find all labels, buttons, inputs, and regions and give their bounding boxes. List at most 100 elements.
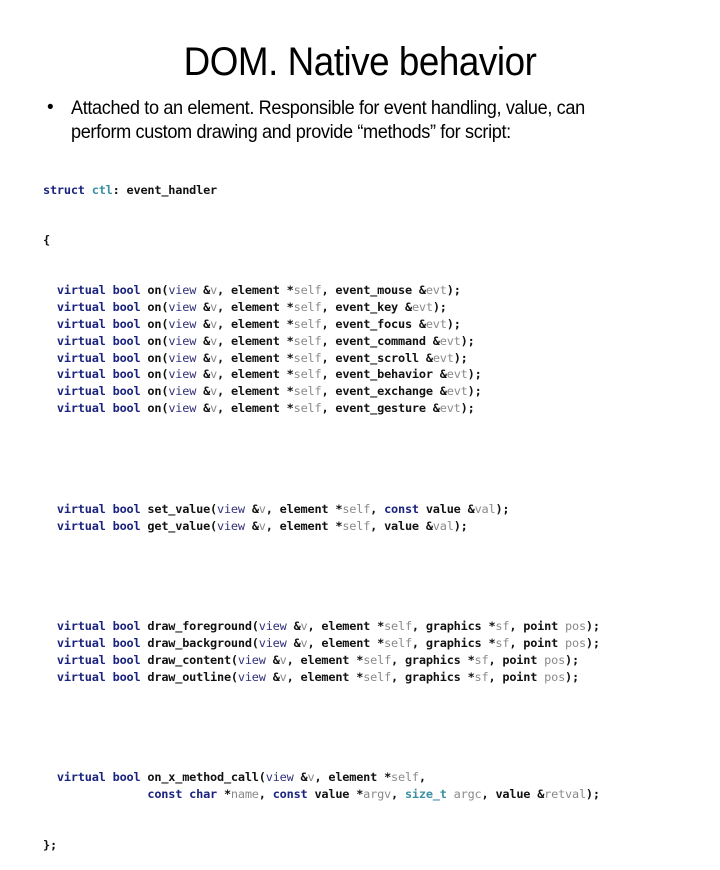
method-on: on(: [147, 300, 169, 315]
type-element: element: [230, 400, 280, 415]
keyword-virtual: virtual: [56, 333, 106, 348]
type-element: element: [328, 770, 378, 785]
code-token: &: [196, 384, 211, 399]
code-token: );: [446, 316, 461, 331]
keyword-virtual: virtual: [56, 652, 106, 667]
code-token: &: [293, 770, 308, 785]
method-name: get_value(: [147, 518, 218, 533]
event-type: event_focus: [335, 316, 412, 331]
code-token: ,: [321, 333, 336, 348]
keyword-bool: bool: [112, 636, 141, 651]
code-token: &: [418, 350, 433, 365]
param-sf: sf: [495, 619, 510, 634]
code-token: ,: [286, 652, 301, 667]
param-evt: evt: [446, 367, 468, 382]
event-type: event_scroll: [335, 350, 419, 365]
code-token: ,: [217, 350, 231, 365]
param-evt: evt: [425, 316, 447, 331]
keyword-bool: bool: [112, 400, 141, 415]
code-struct-header: struct ctl: event_handler: [43, 182, 600, 199]
keyword-bool: bool: [112, 384, 141, 399]
code-token: );: [495, 501, 510, 516]
code-token: &: [244, 518, 259, 533]
code-token: &: [196, 316, 211, 331]
type-element: element: [300, 669, 350, 684]
keyword-bool: bool: [112, 501, 141, 516]
code-token: );: [453, 350, 468, 365]
code-draw-method-line: virtual bool draw_background(view &v, el…: [43, 635, 600, 652]
param-v: v: [279, 669, 287, 684]
method-name: draw_outline(: [147, 669, 238, 684]
code-token: &: [196, 350, 211, 365]
type-view: view: [168, 283, 197, 298]
code-token: *: [279, 400, 294, 415]
param-v: v: [210, 400, 218, 415]
code-token: &: [411, 316, 426, 331]
code-token: *: [279, 350, 294, 365]
code-token: ,: [307, 619, 322, 634]
code-token: &: [196, 333, 211, 348]
code-token: *: [481, 619, 496, 634]
code-token: &: [425, 333, 440, 348]
type-element: element: [300, 652, 350, 667]
code-token: ,: [481, 787, 496, 802]
keyword-virtual: virtual: [56, 384, 106, 399]
keyword-bool: bool: [112, 518, 141, 533]
struct-name: ctl: [91, 182, 113, 197]
type-view: view: [168, 400, 197, 415]
method-on: on(: [147, 316, 169, 331]
event-type: event_mouse: [335, 283, 412, 298]
code-token: ,: [217, 300, 231, 315]
type-view: view: [237, 652, 266, 667]
param-self: self: [342, 501, 371, 516]
code-token: &: [265, 669, 280, 684]
param-v: v: [279, 652, 287, 667]
code-token: &: [286, 619, 301, 634]
param-self: self: [293, 333, 322, 348]
struct-base: : event_handler: [112, 182, 218, 197]
type-value: value: [425, 501, 461, 516]
param-v: v: [210, 300, 218, 315]
keyword-bool: bool: [112, 350, 141, 365]
code-token: *: [377, 770, 392, 785]
code-token: ,: [217, 384, 231, 399]
slide-title: DOM. Native behavior: [183, 40, 537, 84]
param-sf: sf: [495, 636, 510, 651]
event-type: event_exchange: [335, 384, 433, 399]
code-token: ,: [217, 283, 231, 298]
param-v: v: [300, 636, 308, 651]
code-token: ,: [321, 300, 336, 315]
type-view: view: [237, 669, 266, 684]
code-token: &: [398, 300, 412, 315]
code-draw-method-line: virtual bool draw_outline(view &v, eleme…: [43, 669, 600, 686]
keyword-bool: bool: [112, 669, 141, 684]
code-token: &: [418, 518, 433, 533]
code-token: ,: [321, 350, 336, 365]
event-type: event_gesture: [335, 400, 426, 415]
param-argc: argc: [453, 787, 482, 802]
keyword-bool: bool: [112, 652, 141, 667]
code-token: ,: [217, 333, 231, 348]
keyword-bool: bool: [112, 619, 141, 634]
keyword-bool: bool: [112, 316, 141, 331]
code-token: );: [446, 283, 461, 298]
keyword-virtual: virtual: [56, 400, 106, 415]
keyword-const: const: [272, 787, 308, 802]
code-token: *: [460, 652, 475, 667]
bullet-line-2: perform custom drawing and provide “meth…: [71, 121, 511, 143]
code-token: &: [460, 501, 475, 516]
code-token: ,: [418, 770, 426, 785]
